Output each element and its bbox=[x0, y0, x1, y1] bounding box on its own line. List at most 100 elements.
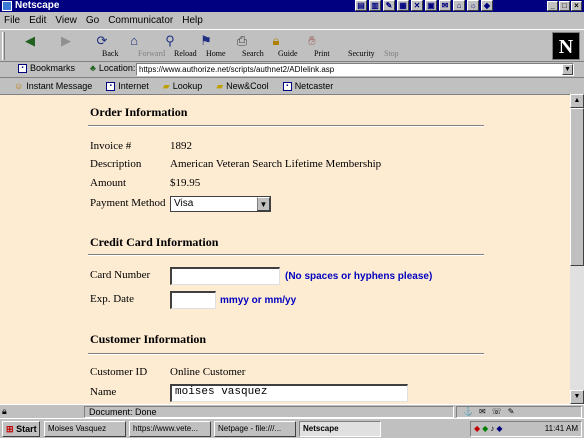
menu-file[interactable]: File bbox=[4, 15, 20, 26]
personal-toolbar: ☺ Instant Message ▪ Internet ▰ Lookup ▰ … bbox=[0, 78, 584, 94]
close-button[interactable]: × bbox=[571, 1, 582, 11]
taskbar-button[interactable]: https://www.vete... bbox=[129, 421, 211, 437]
security-button[interactable]: 🔒︎ Security bbox=[258, 32, 375, 61]
discussion-icon[interactable]: ☏ bbox=[492, 407, 502, 417]
bookmark-icon: ▪ bbox=[18, 63, 27, 73]
card-number-input[interactable] bbox=[170, 267, 280, 285]
vertical-scrollbar[interactable]: ▲ ▼ bbox=[570, 94, 584, 404]
exp-date-hint: mmyy or mm/yy bbox=[220, 295, 297, 306]
reload-button[interactable]: ⟳ Reload bbox=[84, 32, 197, 61]
location-label: ♣ Location: bbox=[90, 63, 136, 73]
print-button[interactable]: ⎙ Print bbox=[224, 32, 330, 61]
amount-value: $19.95 bbox=[170, 177, 201, 189]
customer-id-value: Online Customer bbox=[170, 366, 246, 378]
netscape-logo[interactable]: N bbox=[552, 32, 580, 60]
url-field[interactable]: https://www.authorize.net/scripts/authne… bbox=[136, 63, 574, 76]
menu-help[interactable]: Help bbox=[182, 15, 203, 26]
status-message: Document: Done bbox=[84, 406, 454, 418]
personal-internet[interactable]: ▪ Internet bbox=[106, 81, 149, 91]
card-number-label: Card Number bbox=[90, 269, 151, 281]
window-title: Netscape bbox=[15, 0, 60, 11]
tray-icon[interactable]: ◆ bbox=[482, 422, 488, 436]
menu-communicator[interactable]: Communicator bbox=[108, 15, 173, 26]
taskbar-button[interactable]: Netpage - file:///... bbox=[214, 421, 296, 437]
security-lock-icon[interactable]: 🔒︎ bbox=[2, 406, 14, 417]
quicklaunch-icon[interactable]: ✉ bbox=[439, 0, 451, 11]
quicklaunch-icon[interactable]: ☼ bbox=[467, 0, 479, 11]
personal-instant-message[interactable]: ☺ Instant Message bbox=[14, 81, 92, 91]
personal-new-cool[interactable]: ▰ New&Cool bbox=[216, 81, 268, 92]
quicklaunch-icon[interactable]: ✕ bbox=[411, 0, 423, 11]
component-bar: ⚓ ✉ ☏ ✎ bbox=[456, 406, 582, 418]
customer-information-heading: Customer Information bbox=[90, 332, 207, 346]
maximize-button[interactable]: □ bbox=[559, 1, 570, 11]
mail-icon[interactable]: ✉ bbox=[479, 407, 486, 417]
personal-lookup[interactable]: ▰ Lookup bbox=[163, 81, 202, 92]
guide-button[interactable]: ⚑ Guide bbox=[188, 32, 297, 61]
stop-button[interactable]: ✋︎ Stop bbox=[294, 32, 398, 61]
window-controls: _ □ × bbox=[547, 1, 582, 11]
guide-icon: ⚑ bbox=[200, 33, 212, 48]
payment-method-label: Payment Method bbox=[90, 197, 166, 209]
back-button[interactable]: ◀ Back bbox=[12, 32, 118, 61]
clock[interactable]: 11:41 AM bbox=[545, 422, 581, 436]
folder-icon: ▰ bbox=[162, 80, 170, 91]
tray-icon[interactable]: ◆ bbox=[474, 422, 480, 436]
page-proxy-icon[interactable]: ♣ bbox=[90, 63, 96, 73]
scroll-up-arrow[interactable]: ▲ bbox=[570, 94, 584, 108]
speaker-icon[interactable]: ♪ bbox=[490, 422, 494, 436]
name-input[interactable]: moises vasquez bbox=[170, 384, 408, 402]
name-label: Name bbox=[90, 386, 117, 398]
card-number-hint: (No spaces or hyphens please) bbox=[285, 271, 433, 282]
quicklaunch-icon[interactable]: ▤ bbox=[355, 0, 367, 11]
composer-icon[interactable]: ✎ bbox=[508, 407, 515, 417]
forward-button[interactable]: ▶ Forward bbox=[48, 32, 165, 61]
description-label: Description bbox=[90, 158, 142, 170]
title-bar[interactable]: Netscape ▤ ▥ ✎ ▦ ✕ ▣ ✉ ⌂ ☼ ◆ _ □ × bbox=[0, 0, 584, 12]
start-button[interactable]: ⊞ Start bbox=[2, 421, 40, 437]
quicklaunch-icon[interactable]: ▥ bbox=[369, 0, 381, 11]
home-button[interactable]: ⌂ Home bbox=[116, 32, 226, 61]
bookmarks-button[interactable]: ▪ Bookmarks bbox=[18, 63, 75, 73]
personal-netcaster[interactable]: ▪ Netcaster bbox=[282, 81, 333, 91]
netscape-app-icon[interactable] bbox=[2, 1, 12, 11]
section-divider bbox=[88, 353, 484, 355]
navigation-toolbar: ◀ Back ▶ Forward ⟳ Reload ⌂ Home ⚲ Searc… bbox=[0, 29, 584, 62]
url-dropdown-arrow[interactable]: ▼ bbox=[562, 64, 573, 75]
minimize-button[interactable]: _ bbox=[547, 1, 558, 11]
scroll-down-arrow[interactable]: ▼ bbox=[570, 390, 584, 404]
bookmark-icon: ▪ bbox=[106, 81, 116, 91]
system-quicklaunch-icons: ▤ ▥ ✎ ▦ ✕ ▣ ✉ ⌂ ☼ ◆ bbox=[355, 0, 493, 12]
exp-date-input[interactable] bbox=[170, 291, 216, 309]
windows-logo-icon: ⊞ bbox=[6, 424, 14, 434]
quicklaunch-icon[interactable]: ✎ bbox=[383, 0, 395, 11]
menu-edit[interactable]: Edit bbox=[29, 15, 46, 26]
menu-go[interactable]: Go bbox=[86, 15, 99, 26]
scroll-thumb[interactable] bbox=[570, 108, 584, 266]
tray-icon[interactable]: ◆ bbox=[496, 422, 502, 436]
chevron-down-icon[interactable]: ▼ bbox=[257, 197, 270, 211]
quicklaunch-icon[interactable]: ▦ bbox=[397, 0, 409, 11]
menu-view[interactable]: View bbox=[55, 15, 77, 26]
taskbar-button-active[interactable]: Netscape bbox=[299, 421, 381, 437]
toolbar-grip[interactable] bbox=[2, 32, 5, 60]
invoice-value: 1892 bbox=[170, 140, 192, 152]
quicklaunch-icon[interactable]: ◆ bbox=[481, 0, 493, 11]
quicklaunch-icon[interactable]: ▣ bbox=[425, 0, 437, 11]
folder-icon: ▰ bbox=[216, 80, 224, 91]
navigator-icon[interactable]: ⚓ bbox=[463, 407, 473, 417]
stop-icon: ✋︎ bbox=[308, 33, 316, 48]
menu-bar: File Edit View Go Communicator Help bbox=[0, 12, 584, 29]
reload-icon: ⟳ bbox=[96, 33, 108, 48]
taskbar-button[interactable]: Moises Vasquez bbox=[44, 421, 126, 437]
section-divider bbox=[88, 254, 484, 256]
credit-card-information-heading: Credit Card Information bbox=[90, 235, 219, 249]
quicklaunch-icon[interactable]: ⌂ bbox=[453, 0, 465, 11]
payment-method-select[interactable]: Visa ▼ bbox=[170, 196, 271, 212]
home-icon: ⌂ bbox=[130, 33, 138, 48]
invoice-label: Invoice # bbox=[90, 140, 132, 152]
customer-id-label: Customer ID bbox=[90, 366, 148, 378]
print-icon: ⎙ bbox=[236, 33, 248, 48]
bookmark-icon: ▪ bbox=[282, 81, 292, 91]
search-button[interactable]: ⚲ Search bbox=[152, 32, 264, 61]
